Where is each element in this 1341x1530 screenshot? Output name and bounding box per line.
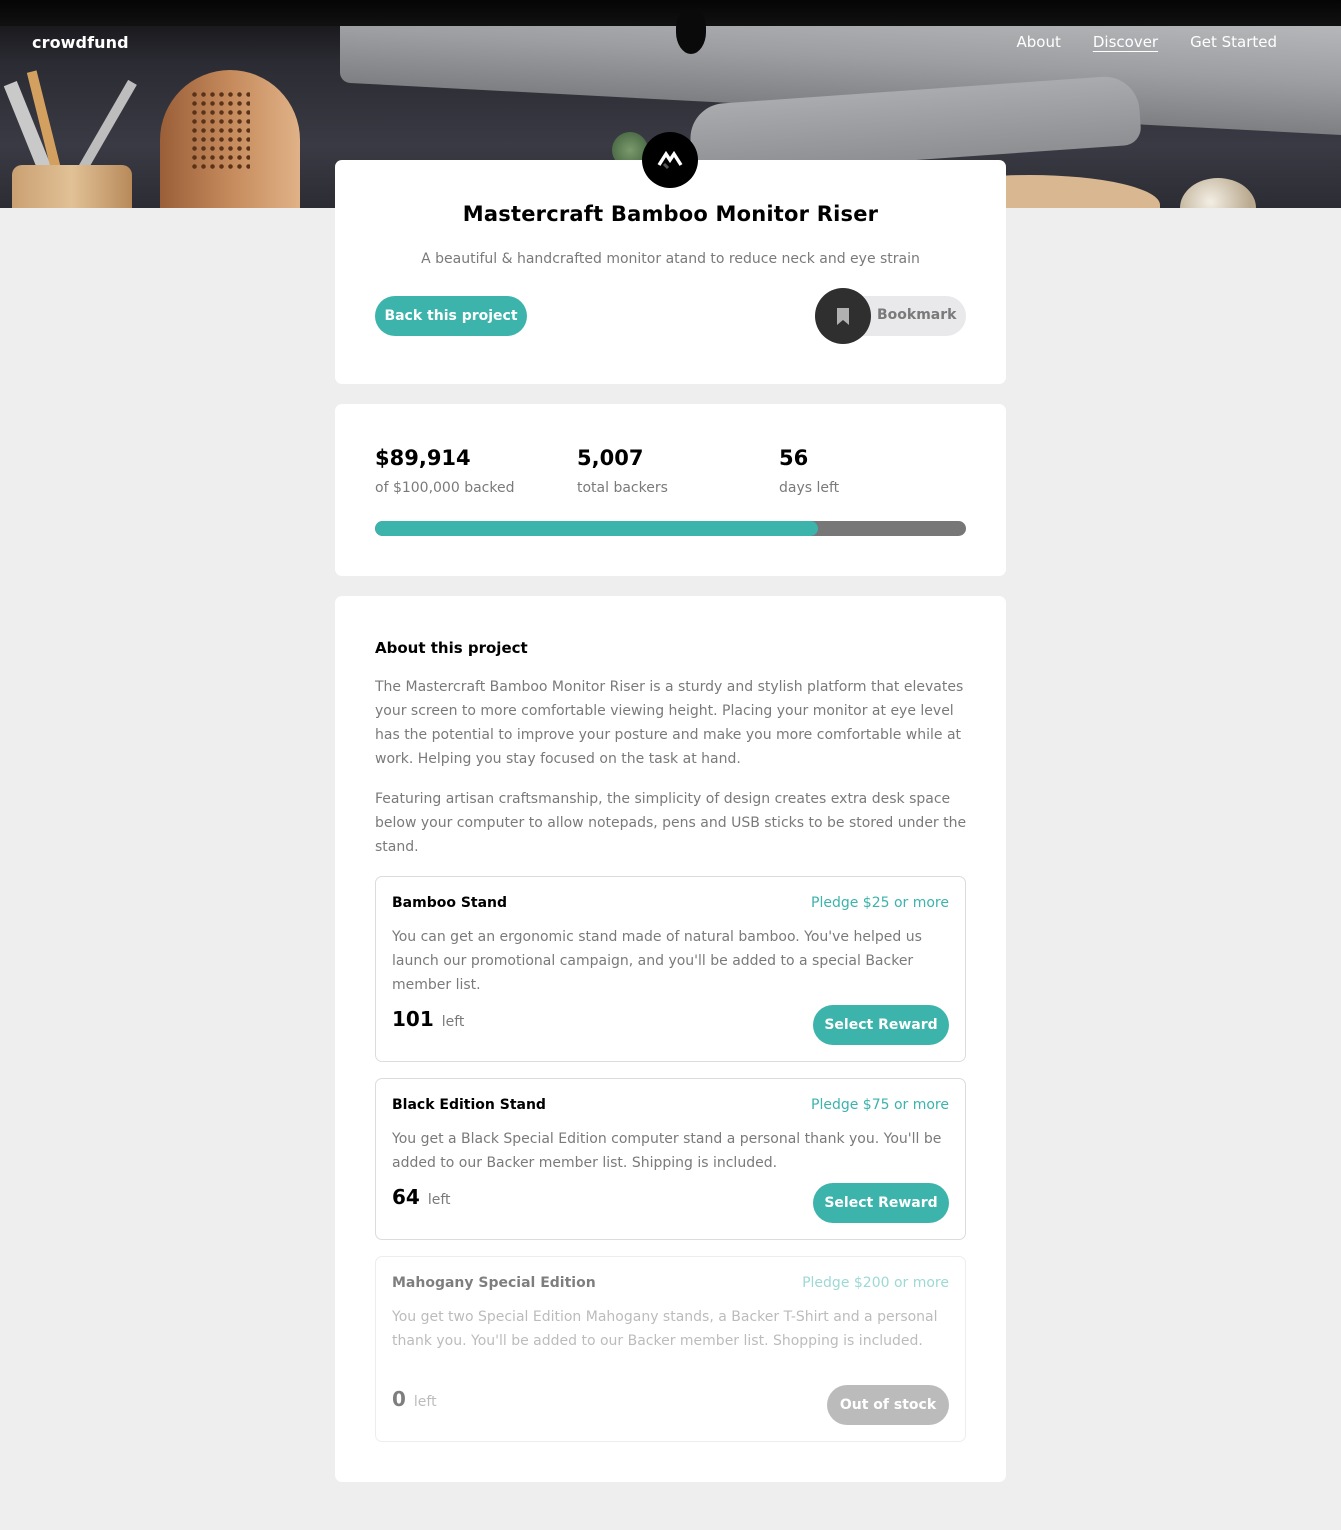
reward-count: 64 [392, 1185, 420, 1209]
reward-stock: 101 left [392, 1007, 464, 1031]
nav-link-get-started[interactable]: Get Started [1190, 33, 1277, 51]
nav-link-about[interactable]: About [1017, 33, 1061, 51]
backed-label: of $100,000 backed [375, 480, 515, 496]
reward-name: Bamboo Stand [392, 895, 508, 911]
site-logo[interactable]: crowdfund [32, 33, 129, 52]
project-title: Mastercraft Bamboo Monitor Riser [462, 202, 879, 226]
reward-card-mahogany: Mahogany Special Edition Pledge $200 or … [375, 1256, 966, 1442]
reward-stock: 64 left [392, 1185, 451, 1209]
funding-progress-bar [375, 521, 966, 536]
bookmark-icon [815, 288, 871, 344]
reward-pledge: Pledge $200 or more [802, 1275, 949, 1291]
reward-name: Black Edition Stand [392, 1097, 546, 1113]
stat-days: 56 days left [779, 446, 839, 496]
speaker-grill [190, 90, 250, 170]
mastercraft-logo-icon [642, 132, 698, 188]
select-reward-button[interactable]: Select Reward [813, 1183, 949, 1223]
backed-amount: $89,914 [375, 446, 471, 470]
reward-card-bamboo: Bamboo Stand Pledge $25 or more You can … [375, 876, 966, 1062]
reward-description: You get a Black Special Edition computer… [392, 1131, 942, 1171]
backers-count: 5,007 [577, 446, 644, 470]
reward-count: 0 [392, 1387, 406, 1411]
reward-pledge: Pledge $25 or more [811, 895, 949, 911]
reward-left-label: left [441, 1014, 465, 1030]
reward-name: Mahogany Special Edition [392, 1275, 596, 1291]
reward-count: 101 [392, 1007, 434, 1031]
funding-progress-fill [375, 521, 819, 536]
bookmark-label: Bookmark [877, 307, 957, 323]
reward-left-label: left [413, 1394, 437, 1410]
project-header-card: Mastercraft Bamboo Monitor Riser A beaut… [335, 132, 1006, 384]
reward-card-black-edition: Black Edition Stand Pledge $75 or more Y… [375, 1078, 966, 1240]
reward-left-label: left [427, 1192, 451, 1208]
reward-description: You get two Special Edition Mahogany sta… [392, 1309, 938, 1349]
reward-description: You can get an ergonomic stand made of n… [392, 929, 922, 993]
days-left-label: days left [779, 480, 840, 496]
about-card: About this project The Mastercraft Bambo… [335, 596, 1006, 1482]
out-of-stock-button: Out of stock [827, 1385, 949, 1425]
top-nav: crowdfund About Discover Get Started [0, 0, 1341, 88]
bulb-shape [1180, 178, 1256, 208]
select-reward-button[interactable]: Select Reward [813, 1005, 949, 1045]
stat-backers: 5,007 total backers [577, 446, 668, 496]
backers-label: total backers [577, 480, 668, 496]
project-subtitle: A beautiful & handcrafted monitor atand … [421, 251, 920, 267]
stats-card: $89,914 of $100,000 backed 5,007 total b… [335, 404, 1006, 576]
pencil-cup-shape [12, 165, 132, 208]
about-title: About this project [375, 639, 528, 657]
back-project-button[interactable]: Back this project [375, 296, 527, 336]
bookmark-button[interactable]: Bookmark [815, 288, 966, 344]
stat-backed: $89,914 of $100,000 backed [375, 446, 514, 496]
nav-link-discover[interactable]: Discover [1093, 33, 1158, 51]
about-paragraph-1: The Mastercraft Bamboo Monitor Riser is … [375, 679, 964, 767]
reward-stock: 0 left [392, 1387, 437, 1411]
reward-pledge: Pledge $75 or more [811, 1097, 949, 1113]
days-left-count: 56 [779, 446, 809, 470]
about-paragraph-2: Featuring artisan craftsmanship, the sim… [375, 791, 967, 855]
nav-links: About Discover Get Started [1017, 33, 1278, 51]
